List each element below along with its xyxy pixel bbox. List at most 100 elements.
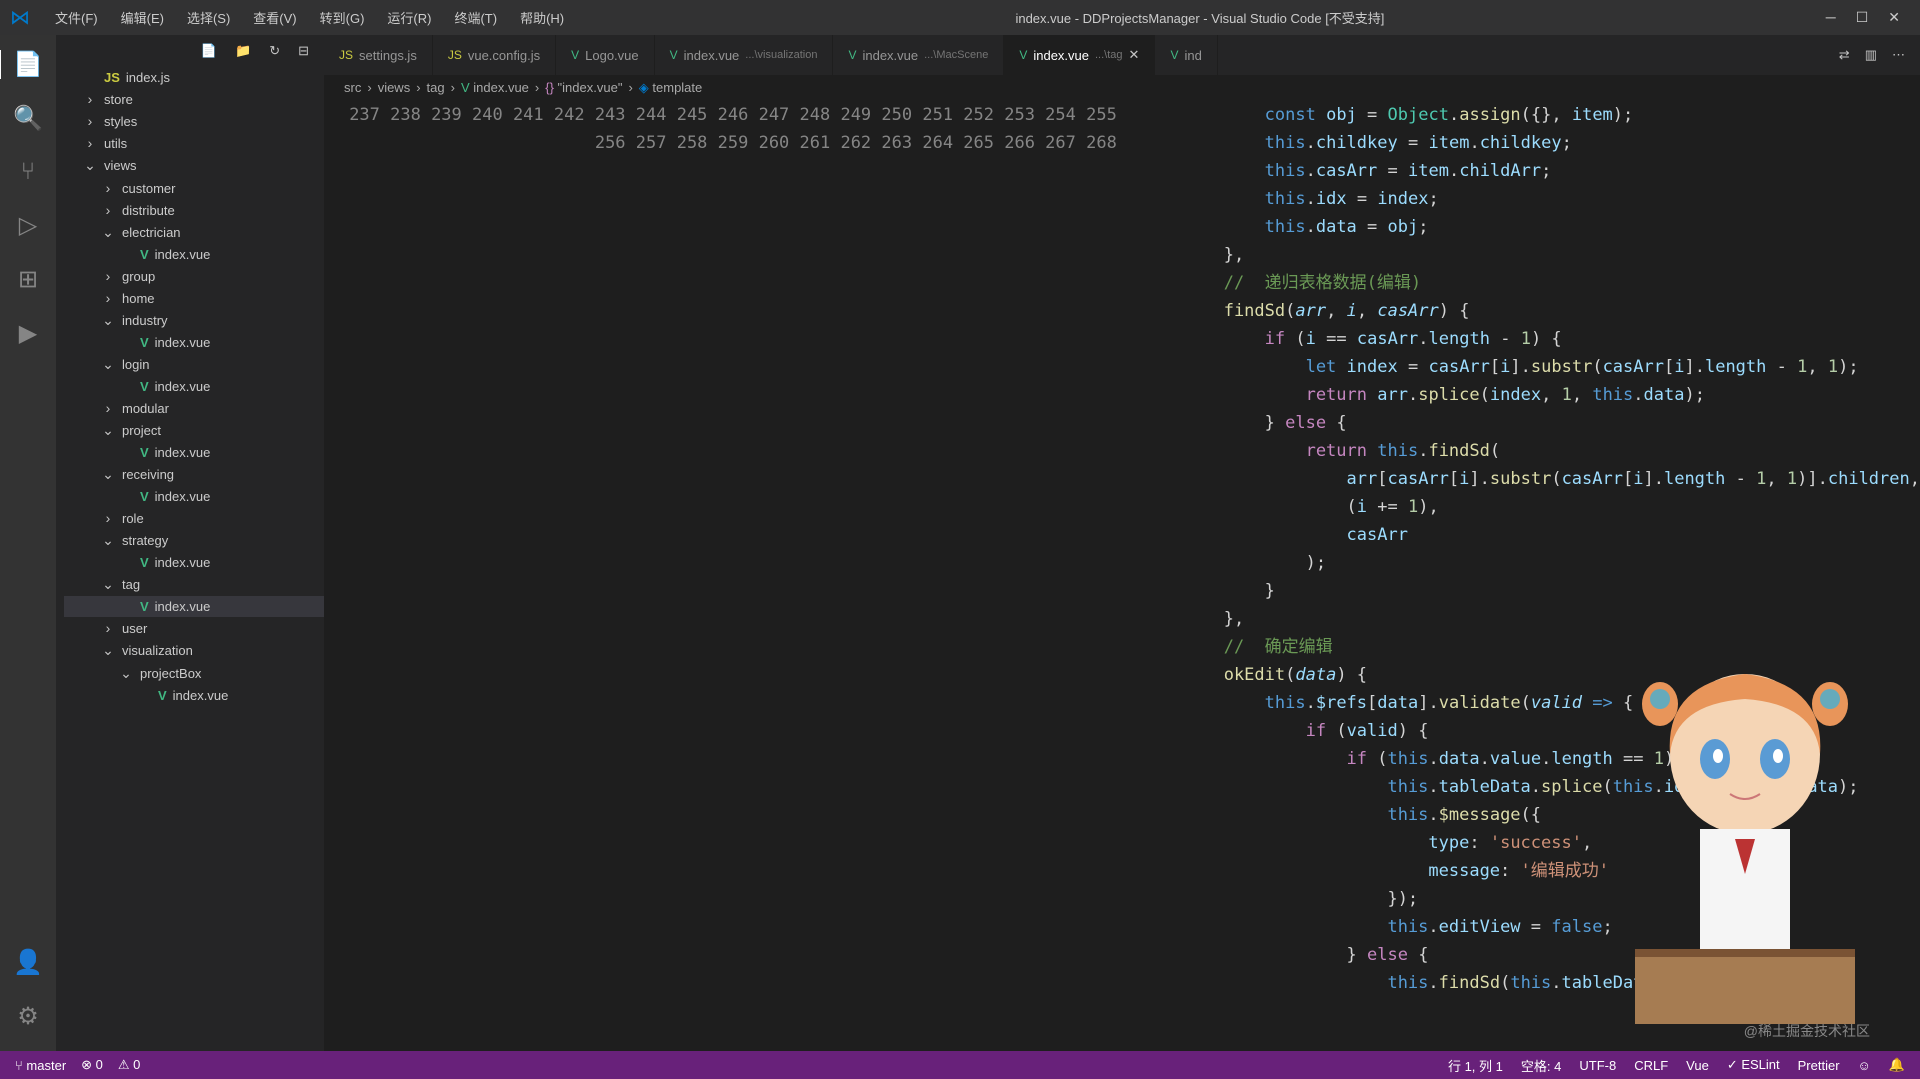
close-icon[interactable]: ✕ (1129, 47, 1140, 63)
source-control-icon[interactable]: ⑂ (21, 158, 35, 186)
status-bell-icon[interactable]: 🔔 (1889, 1057, 1905, 1073)
editor-tab[interactable]: JSsettings.js (324, 35, 433, 75)
item-label: receiving (122, 467, 174, 482)
compare-icon[interactable]: ⇄ (1839, 47, 1850, 63)
menu-item[interactable]: 查看(V) (243, 4, 306, 31)
settings-icon[interactable]: ⚙ (17, 1002, 39, 1031)
file-item[interactable]: Vindex.vue (64, 332, 324, 353)
folder-item[interactable]: ›utils (64, 132, 324, 154)
breadcrumb-item[interactable]: views (378, 80, 411, 96)
status-eslint[interactable]: ✓ ESLint (1727, 1057, 1780, 1073)
search-icon[interactable]: 🔍 (13, 104, 43, 133)
breadcrumb-item[interactable]: {} "index.vue" (545, 80, 622, 96)
item-label: index.vue (173, 688, 229, 703)
folder-item[interactable]: ›customer (64, 177, 324, 199)
chevron-icon: › (100, 400, 116, 416)
file-type-icon: V (140, 379, 149, 394)
status-position[interactable]: 行 1, 列 1 (1448, 1056, 1503, 1075)
file-item[interactable]: Vindex.vue (64, 685, 324, 706)
file-item[interactable]: Vindex.vue (64, 486, 324, 507)
folder-item[interactable]: ›home (64, 287, 324, 309)
editor-tab[interactable]: Vindex.vue...\tag✕ (1004, 35, 1155, 75)
editor-tab[interactable]: Vind (1155, 35, 1217, 75)
tab-label: Logo.vue (585, 48, 639, 63)
accounts-icon[interactable]: 👤 (13, 948, 43, 977)
menu-item[interactable]: 运行(R) (377, 4, 441, 31)
folder-item[interactable]: ⌄project (64, 419, 324, 442)
more-icon[interactable]: ⋯ (1892, 47, 1905, 63)
breadcrumb-item[interactable]: V index.vue (461, 80, 529, 96)
folder-item[interactable]: ⌄strategy (64, 529, 324, 552)
menu-item[interactable]: 编辑(E) (111, 4, 174, 31)
file-item[interactable]: Vindex.vue (64, 376, 324, 397)
file-item[interactable]: Vindex.vue (64, 244, 324, 265)
file-item[interactable]: JSindex.js (64, 67, 324, 88)
terminal-icon[interactable]: ▶ (19, 319, 37, 348)
chevron-icon: ⌄ (100, 532, 116, 549)
menu-item[interactable]: 转到(G) (310, 4, 375, 31)
statusbar: ⑂ master ⊗ 0 ⚠ 0 行 1, 列 1 空格: 4 UTF-8 CR… (0, 1051, 1920, 1079)
breadcrumb-item[interactable]: ◈ template (639, 80, 702, 96)
editor-tab[interactable]: Vindex.vue...\MacScene (833, 35, 1004, 75)
item-label: styles (104, 114, 137, 129)
folder-item[interactable]: ›styles (64, 110, 324, 132)
folder-item[interactable]: ⌄tag (64, 573, 324, 596)
split-icon[interactable]: ▥ (1865, 47, 1877, 63)
chevron-icon: › (100, 510, 116, 526)
new-file-icon[interactable]: 📄 (201, 43, 217, 59)
menu-item[interactable]: 帮助(H) (510, 4, 574, 31)
status-branch[interactable]: ⑂ master (15, 1058, 66, 1073)
file-item[interactable]: Vindex.vue (64, 552, 324, 573)
folder-item[interactable]: ›store (64, 88, 324, 110)
activity-bar: 📄 🔍 ⑂ ▷ ⊞ ▶ 👤 ⚙ (0, 35, 56, 1051)
refresh-icon[interactable]: ↻ (269, 43, 280, 59)
status-eol[interactable]: CRLF (1634, 1058, 1668, 1073)
maximize-button[interactable]: ☐ (1856, 9, 1869, 26)
menu-item[interactable]: 选择(S) (177, 4, 240, 31)
extensions-icon[interactable]: ⊞ (18, 265, 38, 294)
new-folder-icon[interactable]: 📁 (235, 43, 251, 59)
status-prettier[interactable]: Prettier (1798, 1058, 1840, 1073)
status-spaces[interactable]: 空格: 4 (1521, 1056, 1561, 1075)
file-tree: JSindex.js›store›styles›utils⌄views›cust… (56, 67, 324, 706)
menu-item[interactable]: 文件(F) (45, 4, 108, 31)
file-item[interactable]: Vindex.vue (64, 596, 324, 617)
explorer-icon[interactable]: 📄 (0, 50, 43, 79)
watermark: @稀土掘金技术社区 (1744, 1021, 1870, 1041)
explorer-sidebar: 📄 📁 ↻ ⊟ JSindex.js›store›styles›utils⌄vi… (56, 35, 324, 1051)
file-item[interactable]: Vindex.vue (64, 442, 324, 463)
item-label: role (122, 511, 144, 526)
file-type-icon: V (140, 599, 149, 614)
menu-item[interactable]: 终端(T) (444, 4, 507, 31)
status-language[interactable]: Vue (1686, 1058, 1709, 1073)
close-button[interactable]: ✕ (1888, 9, 1900, 26)
folder-item[interactable]: ⌄visualization (64, 639, 324, 662)
folder-item[interactable]: ⌄industry (64, 309, 324, 332)
status-errors[interactable]: ⊗ 0 (81, 1057, 103, 1073)
file-type-icon: V (1019, 48, 1027, 62)
editor-tab[interactable]: Vindex.vue...\visualization (655, 35, 834, 75)
debug-icon[interactable]: ▷ (19, 211, 37, 240)
status-feedback-icon[interactable]: ☺ (1858, 1058, 1871, 1073)
folder-item[interactable]: ›group (64, 265, 324, 287)
folder-item[interactable]: ⌄receiving (64, 463, 324, 486)
folder-item[interactable]: ⌄projectBox (64, 662, 324, 685)
folder-item[interactable]: › role (64, 507, 324, 529)
tab-label: settings.js (359, 48, 417, 63)
breadcrumb-item[interactable]: tag (427, 80, 445, 96)
editor-tab[interactable]: VLogo.vue (556, 35, 655, 75)
chevron-right-icon: › (367, 80, 371, 96)
folder-item[interactable]: ⌄views (64, 154, 324, 177)
status-warnings[interactable]: ⚠ 0 (118, 1057, 141, 1073)
breadcrumb-item[interactable]: src (344, 80, 361, 96)
folder-item[interactable]: ›user (64, 617, 324, 639)
file-type-icon: V (140, 445, 149, 460)
folder-item[interactable]: ⌄login (64, 353, 324, 376)
folder-item[interactable]: ⌄electrician (64, 221, 324, 244)
editor-tab[interactable]: JSvue.config.js (433, 35, 556, 75)
collapse-icon[interactable]: ⊟ (298, 43, 309, 59)
minimize-button[interactable]: ─ (1826, 9, 1836, 26)
folder-item[interactable]: ›modular (64, 397, 324, 419)
status-encoding[interactable]: UTF-8 (1579, 1058, 1616, 1073)
folder-item[interactable]: ›distribute (64, 199, 324, 221)
